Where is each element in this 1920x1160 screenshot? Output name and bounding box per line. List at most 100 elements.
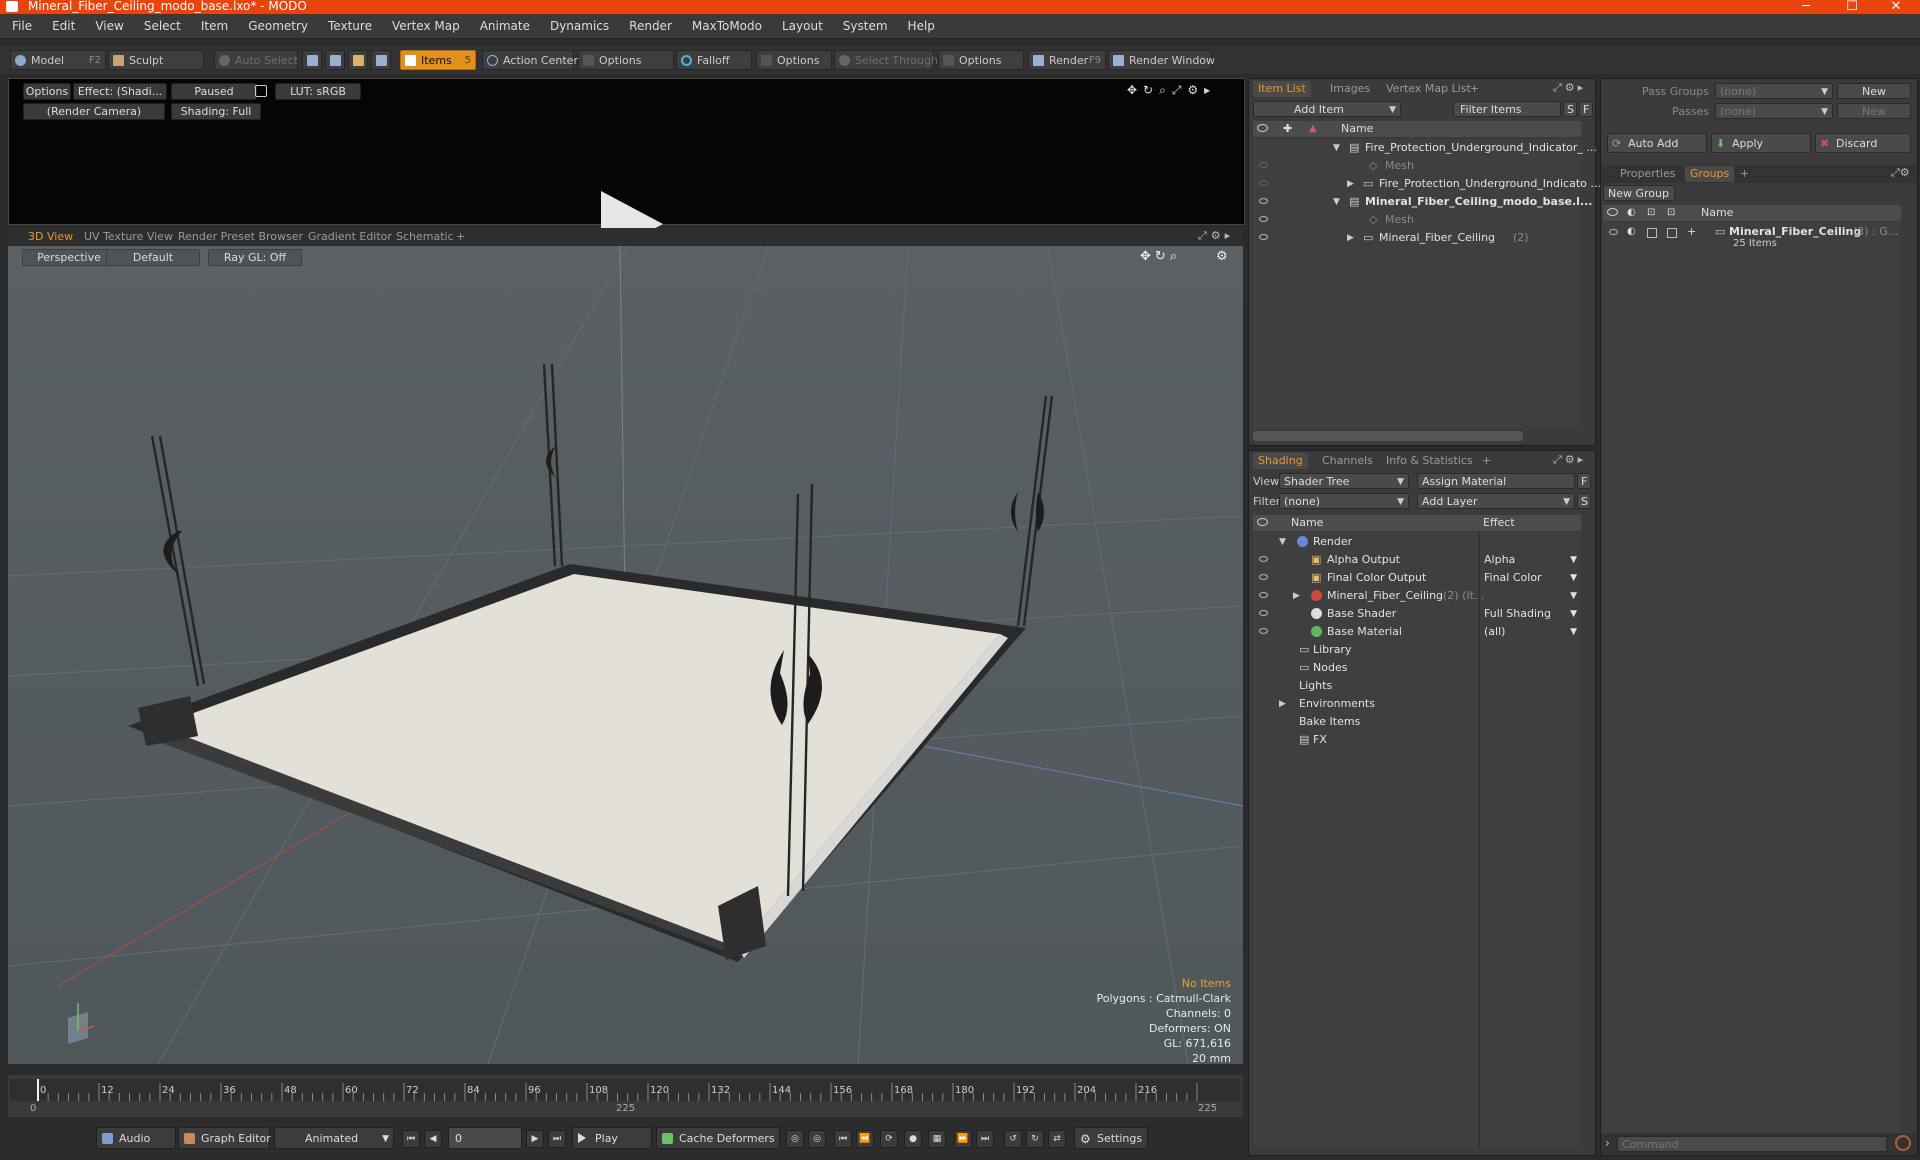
effect-dropdown[interactable]: Full Shading ▼ bbox=[1479, 605, 1581, 623]
menu-geometry[interactable]: Geometry bbox=[238, 14, 318, 38]
snap-icon[interactable]: ⇄ bbox=[1048, 1130, 1066, 1148]
shader-row-final-color-output[interactable]: ▣ Final Color Output Final Color ▼ bbox=[1253, 569, 1581, 587]
visibility-eye-icon[interactable] bbox=[1259, 162, 1268, 168]
materials-mode-button[interactable] bbox=[371, 50, 391, 70]
add-layer-s-button[interactable]: S bbox=[1577, 493, 1591, 509]
item-row[interactable]: ▼ ▤ Mineral_Fiber_Ceiling_modo_base.l... bbox=[1253, 193, 1592, 211]
record-icon[interactable]: ● bbox=[904, 1130, 922, 1148]
polygons-mode-button[interactable] bbox=[348, 50, 368, 70]
command-expand-icon[interactable]: › bbox=[1605, 1136, 1610, 1150]
shader-row-lights[interactable]: Lights bbox=[1253, 677, 1581, 695]
audio-button[interactable]: Audio bbox=[96, 1127, 176, 1149]
record-command-icon[interactable] bbox=[1895, 1135, 1911, 1151]
perspective-dropdown[interactable]: Perspective bbox=[22, 249, 116, 266]
shader-row-environments[interactable]: ▶ Environments bbox=[1253, 695, 1581, 713]
tab-shading[interactable]: Shading bbox=[1253, 453, 1308, 469]
filter-items-field[interactable]: Filter Items bbox=[1453, 101, 1561, 117]
add-tab-button[interactable]: + bbox=[456, 228, 465, 246]
pass-groups-dropdown[interactable]: (none) ▼ bbox=[1715, 83, 1833, 99]
tab-uv-texture-view[interactable]: UV Texture View bbox=[84, 228, 173, 246]
viewport-settings-icon[interactable]: ⚙ bbox=[1216, 249, 1228, 264]
menu-dynamics[interactable]: Dynamics bbox=[540, 14, 619, 38]
add-layer-dropdown[interactable]: Add Layer ▼ bbox=[1417, 493, 1575, 509]
new-pass-group-button[interactable]: New bbox=[1837, 83, 1911, 99]
go-start-icon[interactable]: ⏮ bbox=[402, 1130, 420, 1148]
key-icon-1[interactable]: ◎ bbox=[786, 1130, 804, 1148]
tab-properties[interactable]: Properties bbox=[1615, 166, 1681, 182]
select-toggle-icon[interactable] bbox=[1667, 228, 1677, 238]
prev-frame-key-icon[interactable]: ⏪ bbox=[856, 1130, 874, 1148]
key-options-icon[interactable]: ▦ bbox=[928, 1130, 946, 1148]
auto-select-button[interactable]: Auto Select bbox=[214, 50, 298, 70]
add-tab-button[interactable]: + bbox=[1735, 166, 1754, 182]
tab-gradient-editor[interactable]: Gradient Editor bbox=[308, 228, 392, 246]
passes-dropdown[interactable]: (none) ▼ bbox=[1715, 103, 1833, 119]
visibility-eye-icon[interactable] bbox=[1259, 234, 1268, 240]
shader-row-nodes[interactable]: ▭ Nodes bbox=[1253, 659, 1581, 677]
visibility-eye-icon[interactable] bbox=[1259, 556, 1268, 562]
tab-item-list[interactable]: Item List bbox=[1253, 81, 1311, 97]
vertices-mode-button[interactable] bbox=[302, 50, 322, 70]
ping-pong-icon[interactable]: ↻ bbox=[1026, 1130, 1044, 1148]
menu-animate[interactable]: Animate bbox=[470, 14, 540, 38]
expand-plus-icon[interactable]: + bbox=[1687, 223, 1696, 241]
auto-key-icon[interactable]: ⟳ bbox=[880, 1130, 898, 1148]
select-through-options-button[interactable]: Options bbox=[938, 50, 1024, 70]
lock-icon[interactable] bbox=[255, 85, 267, 97]
shader-row-base-material[interactable]: Base Material (all) ▼ bbox=[1253, 623, 1581, 641]
view-dropdown[interactable]: Shader Tree ▼ bbox=[1279, 473, 1409, 489]
render-toggle-icon[interactable]: ◐ bbox=[1627, 223, 1636, 241]
shader-row-bake-items[interactable]: Bake Items bbox=[1253, 713, 1581, 731]
menu-texture[interactable]: Texture bbox=[318, 14, 382, 38]
menu-item[interactable]: Item bbox=[191, 14, 238, 38]
menu-help[interactable]: Help bbox=[898, 14, 945, 38]
render-window-button[interactable]: Render Window bbox=[1108, 50, 1215, 70]
paused-button[interactable]: Paused bbox=[171, 83, 257, 100]
shading-dropdown[interactable]: Shading: Full bbox=[171, 103, 261, 120]
shader-row-alpha-output[interactable]: ▣ Alpha Output Alpha ▼ bbox=[1253, 551, 1581, 569]
effect-dropdown[interactable]: Alpha ▼ bbox=[1479, 551, 1581, 569]
menu-select[interactable]: Select bbox=[134, 14, 191, 38]
filter-s-button[interactable]: S bbox=[1563, 101, 1577, 117]
render-button[interactable]: Render F9 bbox=[1028, 50, 1106, 70]
item-row[interactable]: ▼ ▤ Fire_Protection_Underground_Indicator_… bbox=[1253, 139, 1597, 157]
sculpt-mode-button[interactable]: Sculpt bbox=[108, 50, 204, 70]
tab-info-statistics[interactable]: Info & Statistics bbox=[1381, 453, 1478, 469]
action-center-button[interactable]: Action Center bbox=[482, 50, 578, 70]
assign-material-field[interactable]: Assign Material bbox=[1417, 473, 1575, 489]
horizontal-scrollbar[interactable] bbox=[1253, 431, 1523, 441]
shader-row-base-shader[interactable]: Base Shader Full Shading ▼ bbox=[1253, 605, 1581, 623]
add-tab-button[interactable]: + bbox=[1477, 453, 1496, 469]
animated-dropdown[interactable]: Animated ▼ bbox=[274, 1127, 394, 1149]
panel-menu-icons[interactable]: ⤢⚙▸ bbox=[1553, 81, 1586, 95]
current-frame-field[interactable]: 0 bbox=[448, 1127, 522, 1149]
visibility-eye-icon[interactable] bbox=[1259, 216, 1268, 222]
menu-maxtomodo[interactable]: MaxToModo bbox=[682, 14, 772, 38]
discard-button[interactable]: ✖ Discard bbox=[1815, 133, 1911, 153]
visibility-eye-icon[interactable] bbox=[1259, 180, 1268, 186]
shader-row-render[interactable]: ▼ Render bbox=[1253, 533, 1581, 551]
visibility-eye-icon[interactable] bbox=[1259, 574, 1268, 580]
select-through-button[interactable]: Select Through bbox=[834, 50, 938, 70]
next-frame-key-icon[interactable]: ⏩ bbox=[954, 1130, 972, 1148]
menu-layout[interactable]: Layout bbox=[772, 14, 833, 38]
settings-button[interactable]: ⚙ Settings bbox=[1074, 1127, 1148, 1149]
cache-deformers-button[interactable]: Cache Deformers bbox=[656, 1127, 780, 1149]
preview-nav-icons[interactable]: ✥↻⌕⤢⚙▸ bbox=[1127, 83, 1216, 98]
tab-images[interactable]: Images bbox=[1325, 81, 1375, 97]
shader-row-material-group[interactable]: ▶ Mineral_Fiber_Ceiling (2) (It... ▼ bbox=[1253, 587, 1581, 605]
key-icon-2[interactable]: ◎ bbox=[808, 1130, 826, 1148]
menu-render[interactable]: Render bbox=[619, 14, 682, 38]
tab-render-preset-browser[interactable]: Render Preset Browser bbox=[178, 228, 303, 246]
visibility-eye-icon[interactable] bbox=[1259, 592, 1268, 598]
items-mode-button[interactable]: Items 5 bbox=[400, 50, 476, 70]
shader-row-fx[interactable]: ▤ FX bbox=[1253, 731, 1581, 749]
preview-options-button[interactable]: Options bbox=[23, 83, 71, 100]
item-row[interactable]: ◇ Mesh bbox=[1253, 211, 1581, 229]
lut-dropdown[interactable]: LUT: sRGB bbox=[275, 83, 361, 100]
tab-channels[interactable]: Channels bbox=[1317, 453, 1378, 469]
prev-key-icon[interactable]: ⏮ bbox=[834, 1130, 852, 1148]
item-row[interactable]: ▶ ▭ Fire_Protection_Underground_Indicato .… bbox=[1253, 175, 1601, 193]
filter-dropdown[interactable]: (none) ▼ bbox=[1279, 493, 1409, 509]
effect-dropdown[interactable]: (all) ▼ bbox=[1479, 623, 1581, 641]
